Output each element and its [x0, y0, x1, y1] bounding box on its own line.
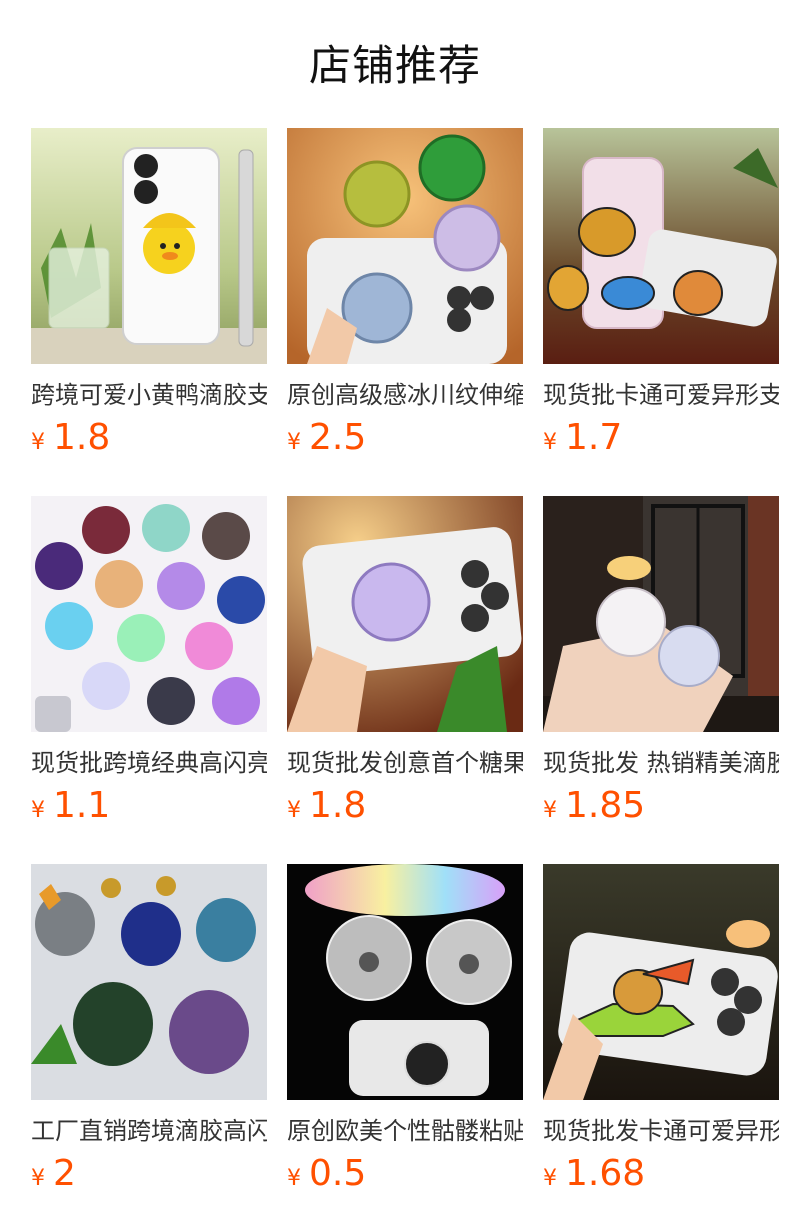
- cartoon-capybara-grip-image: [543, 128, 779, 364]
- product-card[interactable]: 工厂直销跨境滴胶高闪支架 ¥2: [31, 864, 267, 1200]
- product-image[interactable]: [287, 496, 523, 732]
- product-image[interactable]: [31, 128, 267, 364]
- price-value: 2.5: [309, 417, 367, 458]
- white-glitter-grip-image: [543, 496, 779, 732]
- product-image[interactable]: [543, 496, 779, 732]
- product-card[interactable]: 现货批发 热销精美滴胶支架 ¥1.85: [543, 496, 779, 832]
- product-card[interactable]: 现货批发卡通可爱异形支架 ¥1.68: [543, 864, 779, 1200]
- product-price: ¥2: [31, 1152, 267, 1196]
- product-image[interactable]: [543, 864, 779, 1100]
- product-price: ¥1.68: [543, 1152, 779, 1196]
- price-value: 2: [53, 1153, 76, 1194]
- glitter-grips-collection-image: [31, 496, 267, 732]
- product-name[interactable]: 原创高级感冰川纹伸缩支架: [287, 378, 523, 412]
- product-name[interactable]: 现货批发创意首个糖果支架: [287, 746, 523, 780]
- purple-glitter-grip-image: [287, 496, 523, 732]
- product-price: ¥1.8: [31, 416, 267, 460]
- product-card[interactable]: 现货批卡通可爱异形支架 ¥1.7: [543, 128, 779, 464]
- product-card[interactable]: 跨境可爱小黄鸭滴胶支架 ¥1.8: [31, 128, 267, 464]
- product-price: ¥2.5: [287, 416, 523, 460]
- product-card[interactable]: 原创欧美个性骷髅粘贴支架 ¥0.5: [287, 864, 523, 1200]
- product-image[interactable]: [31, 864, 267, 1100]
- currency-symbol: ¥: [31, 1166, 45, 1191]
- product-price: ¥1.8: [287, 784, 523, 828]
- currency-symbol: ¥: [31, 798, 45, 823]
- product-card[interactable]: 原创高级感冰川纹伸缩支架 ¥2.5: [287, 128, 523, 464]
- currency-symbol: ¥: [287, 430, 301, 455]
- currency-symbol: ¥: [543, 798, 557, 823]
- product-card[interactable]: 现货批跨境经典高闪亮片支架 ¥1.1: [31, 496, 267, 832]
- product-price: ¥1.85: [543, 784, 779, 828]
- yellow-duck-phone-case-image: [31, 128, 267, 364]
- product-name[interactable]: 现货批发卡通可爱异形支架: [543, 1114, 779, 1148]
- currency-symbol: ¥: [31, 430, 45, 455]
- page-title: 店铺推荐: [308, 41, 481, 90]
- price-value: 1.7: [565, 417, 623, 458]
- price-value: 1.1: [53, 785, 111, 826]
- product-image[interactable]: [31, 496, 267, 732]
- price-value: 1.8: [309, 785, 367, 826]
- product-name[interactable]: 原创欧美个性骷髅粘贴支架: [287, 1114, 523, 1148]
- product-grid: 跨境可爱小黄鸭滴胶支架 ¥1.8: [31, 128, 790, 1200]
- product-price: ¥0.5: [287, 1152, 523, 1196]
- price-value: 1.68: [565, 1153, 646, 1194]
- cartoon-crocodile-grip-image: [543, 864, 779, 1100]
- product-card[interactable]: 现货批发创意首个糖果支架 ¥1.8: [287, 496, 523, 832]
- product-name[interactable]: 跨境可爱小黄鸭滴胶支架: [31, 378, 267, 412]
- product-image[interactable]: [287, 128, 523, 364]
- currency-symbol: ¥: [287, 1166, 301, 1191]
- product-image[interactable]: [287, 864, 523, 1100]
- product-name[interactable]: 现货批发 热销精美滴胶支架: [543, 746, 779, 780]
- product-name[interactable]: 现货批卡通可爱异形支架: [543, 378, 779, 412]
- sparkle-grips-set-image: [31, 864, 267, 1100]
- product-price: ¥1.1: [31, 784, 267, 828]
- product-name[interactable]: 现货批跨境经典高闪亮片支架: [31, 746, 267, 780]
- glacier-pattern-grip-image: [287, 128, 523, 364]
- product-price: ¥1.7: [543, 416, 779, 460]
- skull-print-grip-image: [287, 864, 523, 1100]
- currency-symbol: ¥: [287, 798, 301, 823]
- product-name[interactable]: 工厂直销跨境滴胶高闪支架: [31, 1114, 267, 1148]
- currency-symbol: ¥: [543, 1166, 557, 1191]
- price-value: 1.8: [53, 417, 111, 458]
- price-value: 0.5: [309, 1153, 367, 1194]
- currency-symbol: ¥: [543, 430, 557, 455]
- product-image[interactable]: [543, 128, 779, 364]
- price-value: 1.85: [565, 785, 646, 826]
